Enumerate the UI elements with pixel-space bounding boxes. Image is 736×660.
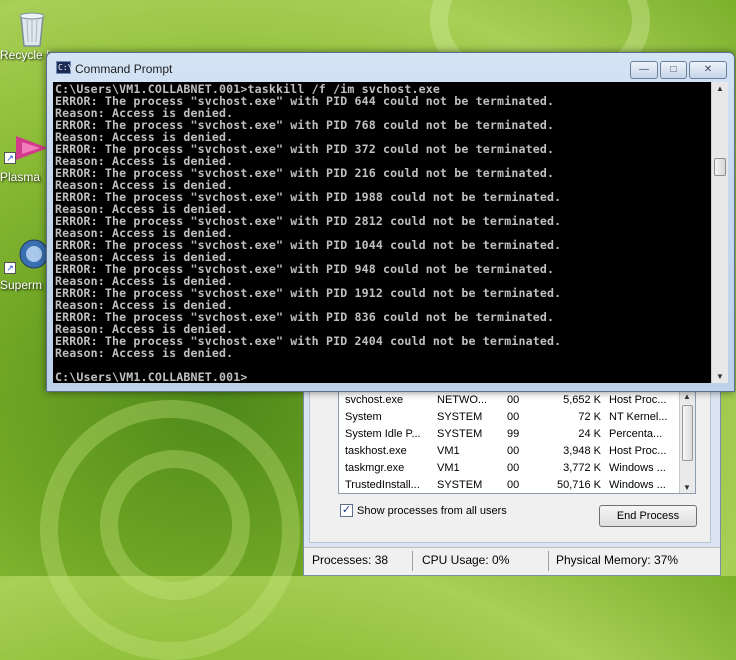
process-memory: 3,772 K (563, 462, 601, 474)
process-cpu: 99 (507, 428, 520, 440)
checkbox-icon[interactable]: ✓ (340, 504, 353, 517)
plasma-icon: ↗ (4, 130, 50, 166)
desktop-icon-plasma[interactable]: ↗ Plasma (0, 130, 50, 184)
process-memory: 3,948 K (563, 445, 601, 457)
status-bar: Processes: 38 CPU Usage: 0% Physical Mem… (304, 547, 720, 575)
physical-memory: Physical Memory: 37% (556, 553, 679, 567)
process-name: taskhost.exe (345, 445, 407, 457)
process-name: System (345, 411, 382, 423)
scroll-up-icon[interactable]: ▲ (716, 84, 724, 93)
show-all-processes-checkbox[interactable]: ✓ Show processes from all users (340, 504, 507, 517)
end-process-button[interactable]: End Process (599, 505, 697, 527)
scroll-down-icon[interactable]: ▼ (716, 372, 724, 381)
superm-icon: ↗ (4, 238, 50, 274)
process-memory: 24 K (578, 428, 601, 440)
process-user: VM1 (437, 445, 460, 457)
process-user: NETWO... (437, 394, 488, 406)
shortcut-arrow-icon: ↗ (4, 262, 16, 274)
process-description: Host Proc... (609, 394, 667, 406)
process-description: Percenta... (609, 428, 663, 440)
scrollbar-thumb[interactable] (714, 158, 726, 176)
process-name: System Idle P... (345, 428, 421, 440)
console-line: Reason: Access is denied. (55, 346, 234, 360)
process-cpu: 00 (507, 445, 520, 457)
shortcut-arrow-icon: ↗ (4, 152, 16, 164)
table-row[interactable]: TrustedInstall... SYSTEM 00 50,716 K Win… (339, 477, 679, 493)
maximize-button[interactable]: □ (660, 61, 687, 79)
process-memory: 50,716 K (556, 479, 601, 491)
scrollbar-thumb[interactable] (682, 405, 693, 461)
process-list-scrollbar[interactable]: ▲ ▼ (679, 391, 695, 493)
table-row[interactable]: System SYSTEM 00 72 K NT Kernel... (339, 409, 679, 426)
command-prompt-window[interactable]: C:\ Command Prompt — □ ✕ C:\Users\VM1.CO… (46, 52, 735, 392)
desktop-icon-superm[interactable]: ↗ Superm (0, 238, 50, 292)
cmd-icon: C:\ (56, 61, 73, 74)
process-user: SYSTEM (437, 411, 483, 423)
process-name: svchost.exe (345, 394, 404, 406)
process-user: SYSTEM (437, 428, 483, 440)
process-memory: 72 K (578, 411, 601, 423)
scroll-down-icon[interactable]: ▼ (683, 483, 691, 492)
desktop-icon-recycle-bin[interactable]: Recycle Bin (0, 8, 50, 62)
process-count: Processes: 38 (312, 553, 389, 567)
process-list[interactable]: svchost.exe NETWO... 00 5,652 K Host Pro… (338, 390, 696, 494)
console-line: C:\Users\VM1.COLLABNET.001> (55, 370, 248, 383)
process-cpu: 00 (507, 411, 520, 423)
process-user: VM1 (437, 462, 460, 474)
process-user: SYSTEM (437, 479, 483, 491)
desktop-icon-label: Superm (0, 278, 43, 292)
process-name: taskmgr.exe (345, 462, 405, 474)
desktop-icon-label: Recycle Bin (0, 48, 50, 62)
console-output[interactable]: C:\Users\VM1.COLLABNET.001>taskkill /f /… (53, 82, 711, 383)
scroll-up-icon[interactable]: ▲ (683, 392, 691, 401)
table-row[interactable]: taskhost.exe VM1 00 3,948 K Host Proc... (339, 443, 679, 460)
table-row[interactable]: svchost.exe NETWO... 00 5,652 K Host Pro… (339, 392, 679, 409)
close-button[interactable]: ✕ (689, 61, 727, 79)
minimize-button[interactable]: — (630, 61, 658, 79)
process-description: Windows ... (609, 479, 666, 491)
window-title: Command Prompt (75, 62, 173, 76)
process-cpu: 00 (507, 462, 520, 474)
wallpaper-rose-inner (100, 450, 250, 600)
process-description: NT Kernel... (609, 411, 668, 423)
cpu-usage: CPU Usage: 0% (422, 553, 510, 567)
desktop-icon-label: Plasma (0, 170, 41, 184)
process-name: TrustedInstall... (345, 479, 420, 491)
table-row[interactable]: System Idle P... SYSTEM 99 24 K Percenta… (339, 426, 679, 443)
task-manager-window: svchost.exe NETWO... 00 5,652 K Host Pro… (303, 380, 721, 576)
status-divider (548, 551, 549, 571)
process-description: Windows ... (609, 462, 666, 474)
process-description: Host Proc... (609, 445, 667, 457)
recycle-bin-icon (14, 8, 50, 47)
process-memory: 5,652 K (563, 394, 601, 406)
processes-panel: svchost.exe NETWO... 00 5,652 K Host Pro… (309, 381, 711, 543)
process-cpu: 00 (507, 394, 520, 406)
show-all-label: Show processes from all users (357, 504, 507, 517)
status-divider (412, 551, 413, 571)
table-row[interactable]: taskmgr.exe VM1 00 3,772 K Windows ... (339, 460, 679, 477)
console-scrollbar[interactable]: ▲ ▼ (711, 82, 728, 383)
process-cpu: 00 (507, 479, 520, 491)
